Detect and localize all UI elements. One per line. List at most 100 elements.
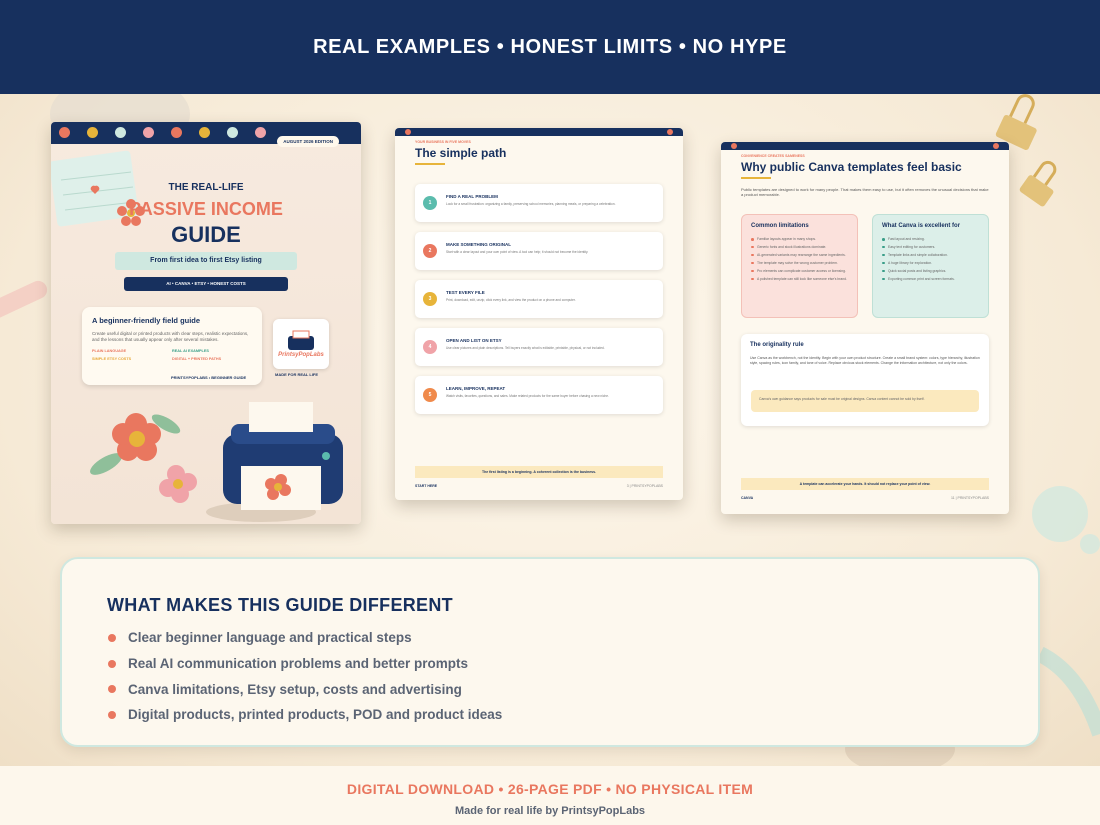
step-number: 5 <box>423 388 437 402</box>
originality-rule-box: The originality rule Use Canva as the wo… <box>741 334 989 426</box>
limitation-item: AI-generated variants may rearrange the … <box>751 253 848 257</box>
page-footer-left: CANVA <box>741 496 754 500</box>
step-title: OPEN AND LIST ON ETSY <box>446 338 502 343</box>
paper-clip-icon <box>1019 160 1057 207</box>
dot-icon <box>667 129 673 135</box>
step-title: MAKE SOMETHING ORIGINAL <box>446 242 511 247</box>
features-list: Clear beginner language and practical st… <box>108 625 502 728</box>
page-eyebrow: YOUR BUSINESS IN FIVE MOVES <box>415 140 471 144</box>
cover-card-title: A beginner-friendly field guide <box>92 316 201 325</box>
page-header-bar <box>721 142 1009 150</box>
strengths-title: What Canva is excellent for <box>882 223 961 229</box>
printer-logo-icon <box>288 330 314 350</box>
step-desc: Print, download, edit, unzip, click ever… <box>446 298 576 302</box>
cover-info-card: A beginner-friendly field guide Create u… <box>82 307 262 385</box>
cover-subtitle: From first idea to first Etsy listing <box>115 252 297 270</box>
limitations-box: Common limitations Familiar layouts appe… <box>741 214 858 318</box>
page-footer-right: 3 | PRINTSYPOPLABS <box>626 484 663 488</box>
step-desc: Start with a clear layout and your own p… <box>446 250 589 254</box>
simple-path-page-mockup: YOUR BUSINESS IN FIVE MOVES The simple p… <box>395 128 683 500</box>
feature-item: Clear beginner language and practical st… <box>108 625 502 651</box>
footer: DIGITAL DOWNLOAD • 26-PAGE PDF • NO PHYS… <box>0 766 1100 825</box>
cover-card-tag: SIMPLE ETSY COSTS <box>92 357 132 362</box>
feature-text: Digital products, printed products, POD … <box>128 707 503 723</box>
cover-page-mockup: AUGUST 2026 EDITION THE REAL-LIFE PASSIV… <box>51 122 361 524</box>
step-number: 3 <box>423 292 437 306</box>
page-eyebrow: CONVENIENCE CREATES SAMENESS <box>741 154 805 158</box>
step-title: TEST EVERY FILE <box>446 290 485 295</box>
bullet-icon <box>108 710 116 719</box>
step-card: 4 OPEN AND LIST ON ETSY Use clear pictur… <box>415 328 663 366</box>
step-title: LEARN, IMPROVE, REPEAT <box>446 386 506 391</box>
page-header-bar <box>395 128 683 136</box>
page-footer-note: A template can accelerate your hands. It… <box>741 478 989 490</box>
cover-card-tag: DIGITAL + PRINTED PATHS <box>172 357 222 362</box>
strength-item: Fast layout and resizing. <box>882 237 979 241</box>
step-number: 4 <box>423 340 437 354</box>
cover-brand-line: PRINTSYPOPLABS • BEGINNER GUIDE <box>171 375 247 380</box>
features-title: WHAT MAKES THIS GUIDE DIFFERENT <box>107 595 453 615</box>
cover-card-tag: REAL AI EXAMPLES <box>172 349 209 354</box>
canva-strengths-box: What Canva is excellent for Fast layout … <box>872 214 989 318</box>
page-footer-note: The first listing is a beginning. A cohe… <box>415 466 663 478</box>
originality-note: Canva's own guidance says products for s… <box>751 390 979 412</box>
logo-wordmark: PrintsyPopLabs <box>278 352 324 358</box>
cover-title-prefix: THE REAL-LIFE <box>168 182 244 193</box>
page-footer-left: START HERE <box>415 484 438 488</box>
top-banner: REAL EXAMPLES • HONEST LIMITS • NO HYPE <box>0 0 1100 94</box>
limitation-item: Pro elements can complicate customer acc… <box>751 269 848 273</box>
strength-item: A huge library for exploration. <box>882 261 979 265</box>
limitation-item: Familiar layouts appear in many shops. <box>751 237 848 241</box>
page-title: Why public Canva templates feel basic <box>741 160 962 174</box>
originality-text: Use Canva as the workbench, not the iden… <box>750 356 980 365</box>
feature-item: Canva limitations, Etsy setup, costs and… <box>108 676 502 702</box>
strength-item: Quick social posts and listing graphics. <box>882 269 979 273</box>
feature-text: Canva limitations, Etsy setup, costs and… <box>128 681 462 697</box>
dot-icon <box>993 143 999 149</box>
originality-title: The originality rule <box>750 342 804 348</box>
step-card: 1 FIND A REAL PROBLEM Look for a small f… <box>415 184 663 222</box>
product-details: DIGITAL DOWNLOAD • 26-PAGE PDF • NO PHYS… <box>346 781 754 797</box>
brand-tagline: Made for real life by PrintsyPopLabs <box>454 805 646 817</box>
dot-icon <box>405 129 411 135</box>
cover-card-tag: PLAIN LANGUAGE <box>92 349 127 354</box>
canva-templates-page-mockup: CONVENIENCE CREATES SAMENESS Why public … <box>721 142 1009 514</box>
step-card: 5 LEARN, IMPROVE, REPEAT Watch visits, f… <box>415 376 663 414</box>
cover-title-guide: GUIDE <box>171 222 241 247</box>
step-title: FIND A REAL PROBLEM <box>446 194 498 199</box>
feature-item: Digital products, printed products, POD … <box>108 702 502 728</box>
strength-item: Template links and simple collaboration. <box>882 253 979 257</box>
made-for-label: MADE FOR REAL LIFE <box>275 372 319 377</box>
strength-item: Exporting common print and screen format… <box>882 277 979 281</box>
step-card: 3 TEST EVERY FILE Print, download, edit,… <box>415 280 663 318</box>
page-footer-right: 11 | PRINTSYPOPLABS <box>951 496 989 500</box>
cover-card-tags: PLAIN LANGUAGE REAL AI EXAMPLES SIMPLE E… <box>92 349 252 361</box>
step-number: 1 <box>423 196 437 210</box>
page-intro: Public templates are designed to work fo… <box>741 187 989 198</box>
bullet-icon <box>108 659 116 668</box>
limitations-title: Common limitations <box>751 223 809 229</box>
strength-item: Easy text editing for customers. <box>882 245 979 249</box>
printer-illustration <box>206 402 343 522</box>
step-desc: Watch visits, favorites, questions, and … <box>446 394 609 398</box>
features-panel: WHAT MAKES THIS GUIDE DIFFERENT Clear be… <box>60 557 1040 747</box>
step-number: 2 <box>423 244 437 258</box>
banner-title: REAL EXAMPLES • HONEST LIMITS • NO HYPE <box>313 35 787 58</box>
edition-badge: AUGUST 2026 EDITION <box>277 136 339 147</box>
step-card: 2 MAKE SOMETHING ORIGINAL Start with a c… <box>415 232 663 270</box>
bullet-icon <box>108 685 116 694</box>
cover-tags-bar: AI • CANVA • ETSY • HONEST COSTS <box>124 277 288 291</box>
bullet-icon <box>108 633 116 642</box>
step-desc: Use clear pictures and plain description… <box>446 346 605 350</box>
step-desc: Look for a small frustration: organizing… <box>446 202 616 206</box>
feature-text: Clear beginner language and practical st… <box>128 630 412 646</box>
limitation-item: The template may solve the wrong custome… <box>751 261 848 265</box>
limitation-item: A polished template can still look like … <box>751 277 848 281</box>
flower-bouquet-illustration <box>90 413 197 503</box>
title-underline <box>741 177 771 179</box>
title-underline <box>415 163 445 165</box>
limitation-item: Generic fonts and stock illustrations do… <box>751 245 848 249</box>
feature-item: Real AI communication problems and bette… <box>108 651 502 677</box>
brand-logo: PrintsyPopLabs <box>273 319 329 369</box>
cover-card-text: Create useful digital or printed product… <box>92 331 249 343</box>
